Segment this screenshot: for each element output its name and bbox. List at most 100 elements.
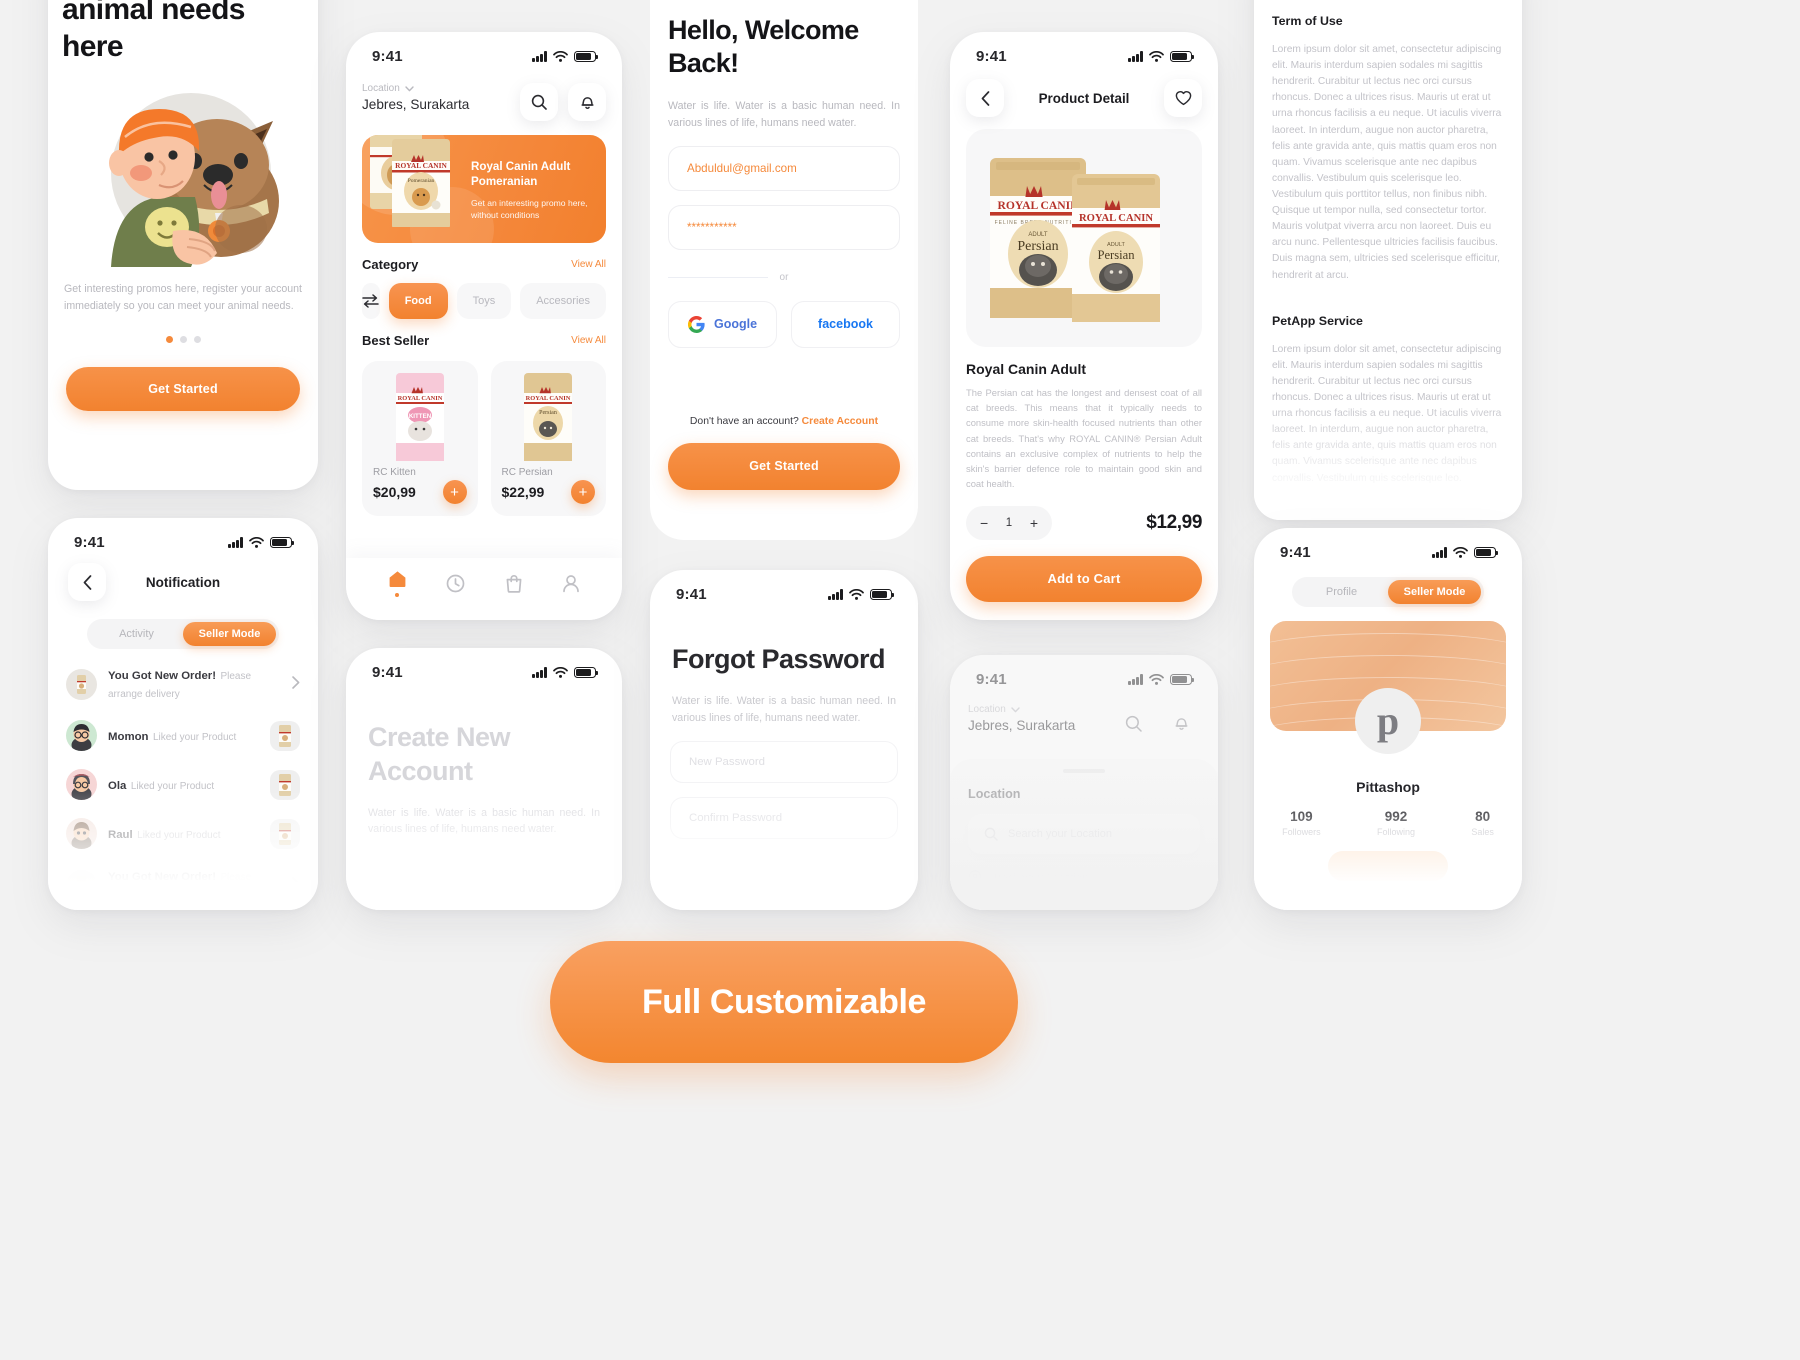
google-login-button[interactable]: Google [668,300,777,348]
location-search-input[interactable]: Search your Location [968,814,1200,854]
wifi-icon [249,537,264,548]
signal-icon [828,589,843,600]
category-chips: Food Toys Accesories [346,272,622,319]
confirm-password-field[interactable]: Confirm Password [670,796,898,839]
dot-1[interactable] [165,335,173,343]
signal-icon [532,667,547,678]
home-screen: 9:41 Location Jebres, Surakarta ROYAL CA… [346,32,622,620]
add-to-cart-button[interactable]: + [442,480,467,504]
dot-2[interactable] [179,335,187,343]
get-started-button[interactable]: Get Started [66,366,300,411]
product-image: ROYAL CANIN KITTEN [373,371,467,463]
wifi-icon [849,589,864,600]
shop-logo: p [1355,688,1421,754]
shop-action-button[interactable] [1328,851,1448,881]
sheet-grabber[interactable] [1063,769,1105,773]
divider-label: or [779,271,789,283]
item-subtitle: Liked your Product [130,780,215,792]
product-description: The Persian cat has the longest and dens… [966,387,1202,490]
tab-home[interactable] [388,570,407,597]
stat-label: Following [1376,827,1416,837]
item-title: You Got New Order! [108,871,217,883]
heart-icon [1175,91,1191,106]
list-item[interactable]: Ola Liked your Product [48,760,318,809]
avatar [66,720,97,751]
search-button[interactable] [520,83,558,121]
facebook-login-button[interactable]: facebook [791,300,900,348]
bestseller-view-all[interactable]: View All [571,335,606,346]
tab-history[interactable] [446,574,465,593]
category-chip-food[interactable]: Food [388,283,448,319]
dot-3[interactable] [193,335,201,343]
signal-icon [1128,51,1143,62]
battery-icon [1170,674,1195,685]
increment-button[interactable]: + [1030,515,1038,531]
tab-seller-mode[interactable]: Seller Mode [183,622,276,646]
google-icon [687,315,705,333]
notification-button[interactable] [1162,704,1200,742]
tab-profile[interactable] [562,574,580,593]
favorite-button[interactable] [1164,79,1202,117]
tab-seller-mode[interactable]: Seller Mode [1388,580,1481,604]
location-selector[interactable]: Location Jebres, Surakarta [362,83,469,112]
google-label: Google [713,317,758,332]
profile-mode-tabs[interactable]: Profile Seller Mode [1292,577,1484,607]
chevron-right-icon[interactable] [292,877,300,893]
pin-icon [968,870,982,886]
category-swap-button[interactable] [362,283,380,319]
quantity-and-price-row: − 1 + $12,99 [950,492,1218,540]
list-item[interactable]: Momon Liked your Product [48,711,318,760]
notification-list: You Got New Order! Please arrange delive… [48,657,318,910]
product-thumbnail[interactable] [270,769,300,800]
search-button[interactable] [1114,704,1152,742]
onboarding-screen: animal needs here Get interesting promos… [48,0,318,490]
tab-bag[interactable] [505,574,523,593]
stat-following: 992 Following [1377,809,1415,837]
svg-text:ROYAL CANIN: ROYAL CANIN [395,161,447,170]
wifi-icon [553,667,568,678]
location-selector[interactable]: Location Jebres, Surakarta [968,704,1075,733]
notification-tabs[interactable]: Activity Seller Mode [87,619,279,649]
category-view-all[interactable]: View All [571,259,606,270]
notification-button[interactable] [568,83,606,121]
decrement-button[interactable]: − [980,515,988,531]
quantity-stepper[interactable]: − 1 + [966,505,1052,540]
status-time: 9:41 [74,534,105,551]
email-field[interactable]: Abduldul@gmail.com [668,145,900,191]
list-item[interactable]: You Got New Order! Please arrange delive… [48,858,318,910]
back-button[interactable] [966,79,1004,117]
seller-profile-screen: 9:41 Profile Seller Mode p Pittashop 109… [1254,528,1522,910]
product-card[interactable]: ROYAL CANIN Persian RC Persian $22,99 + [490,361,606,516]
product-price: $20,99 [373,484,416,500]
avatar [66,769,97,800]
battery-icon [270,537,295,548]
forgot-password-screen: 9:41 Forgot Password Water is life. Wate… [650,570,918,910]
category-chip-toys[interactable]: Toys [456,283,512,319]
add-to-cart-button[interactable]: + [571,480,595,504]
new-password-field[interactable]: New Password [670,740,898,783]
login-get-started-button[interactable]: Get Started [668,442,900,490]
tab-activity[interactable]: Activity [90,622,183,646]
location-sheet-screen: 9:41 Location Jebres, Surakarta Location… [950,655,1218,910]
location-label: Location [362,83,400,94]
carousel-dots[interactable] [48,335,318,343]
product-card[interactable]: ROYAL CANIN KITTEN RC Kitten $20,99 + [362,361,478,516]
status-icons [828,589,895,600]
password-field[interactable]: *********** [668,204,900,250]
tab-profile[interactable]: Profile [1295,580,1388,604]
list-item[interactable]: You Got New Order! Please arrange delive… [48,657,318,711]
full-customizable-banner[interactable]: Full Customizable [550,941,1018,1063]
promo-banner[interactable]: ROYAL CANIN Pomeranian Royal Canin Adult… [362,135,606,243]
page-title: Notification [145,574,221,590]
list-item[interactable]: Raul Liked your Product [48,809,318,858]
add-to-cart-button[interactable]: Add to Cart [966,555,1202,602]
onboarding-title: animal needs here [62,0,245,63]
create-account-link[interactable]: Create Account [802,416,878,427]
chevron-right-icon[interactable] [292,676,300,692]
product-thumbnail[interactable] [270,818,300,849]
back-button[interactable] [68,563,106,601]
product-thumbnail[interactable] [270,720,300,751]
track-location-row[interactable]: Track your Location [968,870,1200,886]
svg-text:Pomeranian: Pomeranian [408,178,435,184]
category-chip-accesories[interactable]: Accesories [520,283,606,319]
